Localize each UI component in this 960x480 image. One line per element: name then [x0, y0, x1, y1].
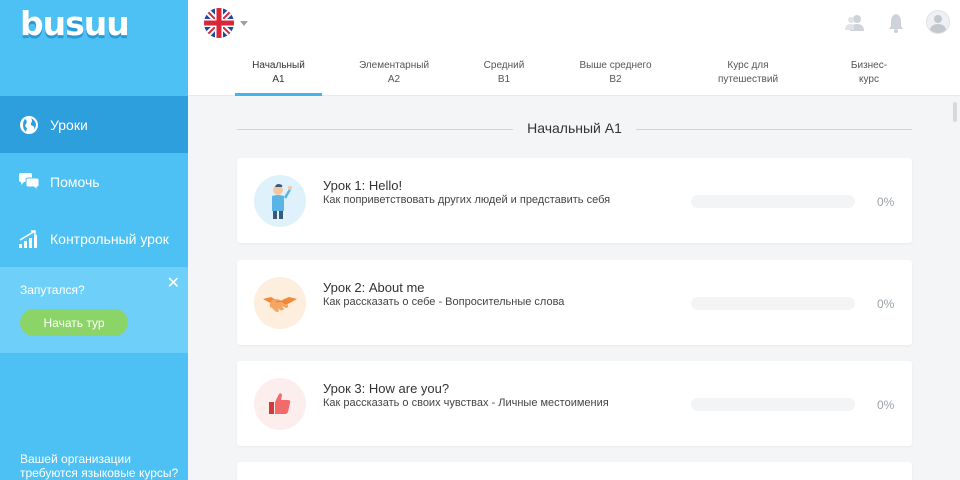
lesson-progress-bar [691, 398, 855, 411]
section-header: Начальный A1 [237, 118, 912, 140]
language-selector[interactable] [204, 8, 248, 38]
section-title: Начальный A1 [237, 120, 912, 136]
sidebar-item-help[interactable]: Помочь [0, 153, 188, 210]
busuu-logo[interactable]: busuu [20, 4, 130, 43]
lesson-subtitle: Как рассказать о своих чувствах - Личные… [323, 397, 609, 409]
tab-label: Бизнес- [850, 60, 888, 71]
tab-level: A2 [387, 74, 401, 85]
lesson-progress-percent: 0% [877, 398, 895, 412]
chevron-down-icon [240, 20, 248, 26]
lesson-title: Урок 3: How are you? [323, 381, 450, 396]
tab-level: курс [859, 74, 879, 85]
lesson-subtitle: Как рассказать о себе - Вопросительные с… [323, 296, 565, 308]
lesson-progress-percent: 0% [877, 195, 895, 209]
lesson-progress-bar [691, 297, 855, 310]
sidebar-item-label: Помочь [50, 173, 100, 190]
lesson-card[interactable]: Урок 3: How are you? Как рассказать о св… [237, 361, 912, 446]
scrollbar[interactable] [953, 102, 957, 122]
tab-travel-course[interactable]: Курс для путешествий [698, 59, 798, 87]
lesson-title: Урок 2: About me [323, 280, 425, 295]
tab-level: B2 [609, 74, 622, 85]
thumbs-up-icon [254, 378, 306, 430]
tab-label: Элементарный [358, 60, 430, 71]
user-avatar-icon[interactable] [926, 10, 950, 34]
tab-level: путешествий [717, 74, 779, 85]
bell-icon[interactable] [885, 12, 907, 34]
lesson-title: Урок 1: Hello! [323, 178, 403, 193]
tab-level: B1 [497, 74, 511, 85]
organization-courses-link[interactable]: Вашей организации требуются языковые кур… [20, 452, 180, 480]
english-flag-icon [204, 8, 234, 38]
lesson-subtitle: Как поприветствовать других людей и пред… [323, 194, 611, 206]
lesson-card[interactable]: Урок 1: Hello! Как поприветствовать друг… [237, 158, 912, 243]
level-tabs: Начальный A1 Элементарный A2 Средний B1 … [188, 50, 960, 96]
tab-elementary-a2[interactable]: Элементарный A2 [348, 59, 440, 87]
lesson-card[interactable]: Урок 2: About me Как рассказать о себе -… [237, 260, 912, 345]
lesson-card[interactable] [237, 462, 912, 480]
globe-icon [18, 114, 40, 136]
sidebar-item-label: Контрольный урок [50, 230, 169, 247]
lesson-progress-percent: 0% [877, 297, 895, 311]
tab-upper-intermediate-b2[interactable]: Выше среднего B2 [568, 59, 663, 87]
close-icon[interactable]: ✕ [167, 273, 180, 293]
friends-icon[interactable] [844, 12, 866, 34]
tab-level: A1 [272, 74, 285, 85]
tab-label: Курс для [727, 60, 769, 71]
help-panel: Запутался? ✕ Начать тур [0, 267, 188, 353]
tab-intermediate-b1[interactable]: Средний B1 [464, 59, 544, 87]
lesson-progress-bar [691, 195, 855, 208]
tab-beginner-a1[interactable]: Начальный A1 [235, 59, 322, 87]
sidebar-item-lessons[interactable]: Уроки [0, 96, 188, 153]
help-title: Запутался? [20, 283, 85, 297]
top-bar [188, 0, 960, 50]
tab-label: Средний [483, 60, 525, 71]
active-tab-indicator [235, 93, 322, 96]
bar-chart-icon [18, 228, 40, 250]
handshake-icon [254, 277, 306, 329]
chat-bubbles-icon [18, 171, 40, 193]
tab-label: Выше среднего [579, 60, 652, 71]
waving-person-icon [254, 175, 306, 227]
sidebar-item-label: Уроки [50, 116, 88, 133]
tab-business-course[interactable]: Бизнес- курс [832, 59, 906, 87]
tab-label: Начальный [252, 60, 305, 71]
sidebar-item-checkpoint[interactable]: Контрольный урок [0, 210, 188, 267]
start-tour-button[interactable]: Начать тур [20, 309, 128, 336]
sidebar: busuu Уроки Помочь Контрольный урок Запу… [0, 0, 188, 480]
